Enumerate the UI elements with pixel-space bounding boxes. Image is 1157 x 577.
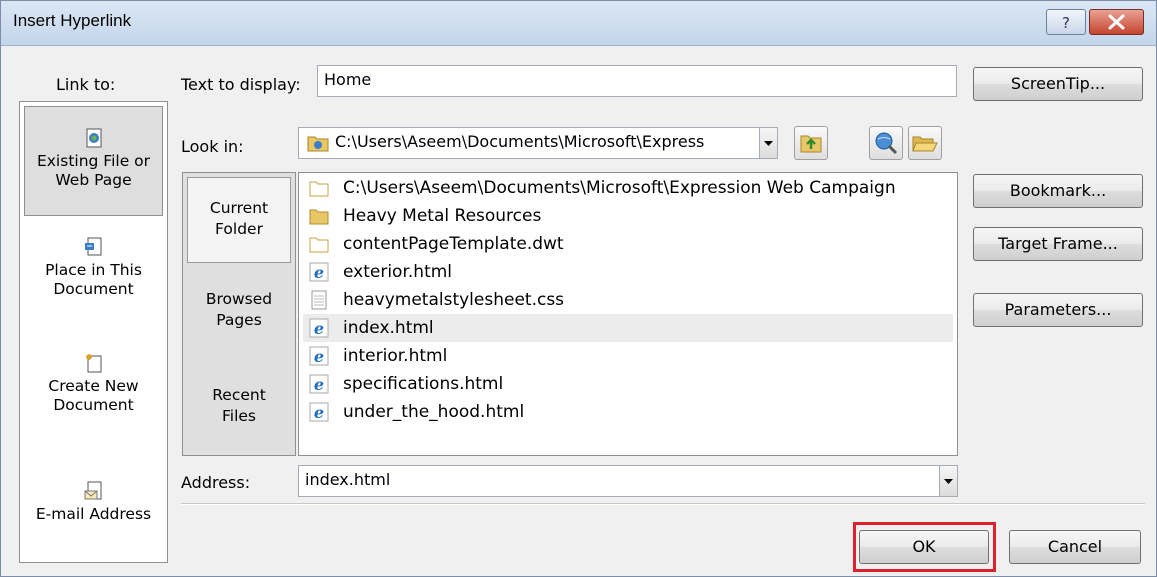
nav-recent-line1: Recent bbox=[212, 386, 266, 404]
link-place-line2: Document bbox=[53, 280, 134, 298]
insert-hyperlink-dialog: Insert Hyperlink ? Link to: Existing Fil… bbox=[0, 0, 1157, 577]
file-name: specifications.html bbox=[343, 374, 504, 394]
link-email-line1: E-mail Address bbox=[35, 505, 152, 523]
look-in-combobox[interactable]: C:\Users\Aseem\Documents\Microsoft\Expre… bbox=[298, 127, 778, 159]
address-label: Address: bbox=[181, 473, 251, 492]
link-to-label: Link to: bbox=[56, 75, 116, 94]
nav-browsed-pages[interactable]: Browsed Pages bbox=[187, 289, 291, 349]
nav-recent-files[interactable]: Recent Files bbox=[187, 385, 291, 445]
ie-html-icon: e bbox=[309, 402, 329, 422]
link-create-line1: Create New bbox=[48, 377, 139, 395]
close-button[interactable] bbox=[1089, 9, 1144, 35]
link-existing-file[interactable]: Existing File or Web Page bbox=[24, 106, 163, 216]
link-to-bar: Existing File or Web Page Place in This … bbox=[19, 101, 168, 563]
file-name: interior.html bbox=[343, 346, 448, 366]
file-item[interactable]: contentPageTemplate.dwt bbox=[303, 230, 953, 258]
file-item-selected[interactable]: e index.html bbox=[303, 314, 953, 342]
address-dropdown-arrow[interactable] bbox=[939, 466, 957, 496]
chevron-down-icon bbox=[764, 141, 773, 146]
link-email-address[interactable]: E-mail Address bbox=[24, 480, 163, 550]
folder-open-icon bbox=[309, 181, 329, 197]
file-item[interactable]: heavymetalstylesheet.css bbox=[303, 286, 953, 314]
look-in-value: C:\Users\Aseem\Documents\Microsoft\Expre… bbox=[335, 132, 705, 151]
help-button[interactable]: ? bbox=[1046, 9, 1086, 35]
look-in-label: Look in: bbox=[181, 137, 244, 156]
file-name: contentPageTemplate.dwt bbox=[343, 234, 564, 254]
svg-text:e: e bbox=[314, 263, 324, 282]
svg-text:e: e bbox=[314, 375, 324, 394]
file-list[interactable]: C:\Users\Aseem\Documents\Microsoft\Expre… bbox=[298, 172, 958, 456]
ie-html-icon: e bbox=[309, 374, 329, 394]
browse-web-button[interactable] bbox=[869, 126, 903, 160]
look-in-dropdown-arrow[interactable] bbox=[759, 128, 777, 158]
file-item[interactable]: e exterior.html bbox=[303, 258, 953, 286]
nav-current-folder[interactable]: Current Folder bbox=[187, 177, 291, 263]
address-value: index.html bbox=[305, 470, 391, 489]
svg-text:?: ? bbox=[1062, 14, 1070, 32]
up-folder-icon bbox=[800, 135, 822, 153]
file-item[interactable]: e interior.html bbox=[303, 342, 953, 370]
open-folder-icon bbox=[912, 136, 938, 152]
title-bar: Insert Hyperlink ? bbox=[1, 1, 1156, 46]
text-file-icon bbox=[311, 290, 327, 310]
nav-current-line1: Current bbox=[209, 199, 269, 217]
help-icon: ? bbox=[1062, 14, 1070, 32]
link-existing-file-line2: Web Page bbox=[55, 171, 132, 189]
footer-separator bbox=[181, 503, 1145, 505]
up-one-folder-button[interactable] bbox=[794, 126, 828, 160]
email-address-icon bbox=[84, 481, 101, 500]
close-icon bbox=[1108, 14, 1125, 30]
nav-browsed-line1: Browsed bbox=[205, 290, 273, 308]
browse-nav-panel: Current Folder Browsed Pages Recent File… bbox=[182, 172, 296, 456]
browse-web-icon bbox=[875, 132, 898, 155]
file-name: exterior.html bbox=[343, 262, 453, 282]
dialog-title: Insert Hyperlink bbox=[13, 11, 132, 30]
link-place-line1: Place in This bbox=[45, 261, 142, 279]
nav-current-line2: Folder bbox=[215, 220, 263, 238]
parameters-button[interactable]: Parameters... bbox=[973, 293, 1143, 327]
folder-globe-icon bbox=[307, 136, 329, 152]
text-to-display-label: Text to display: bbox=[181, 75, 301, 94]
text-to-display-input[interactable]: Home bbox=[317, 65, 957, 97]
svg-text:e: e bbox=[314, 403, 324, 422]
svg-text:e: e bbox=[314, 347, 324, 366]
file-item[interactable]: C:\Users\Aseem\Documents\Microsoft\Expre… bbox=[303, 174, 953, 202]
target-frame-button[interactable]: Target Frame... bbox=[973, 227, 1143, 261]
file-item[interactable]: Heavy Metal Resources bbox=[303, 202, 953, 230]
bookmark-button[interactable]: Bookmark... bbox=[973, 174, 1143, 208]
file-name: Heavy Metal Resources bbox=[343, 206, 542, 226]
ie-html-icon: e bbox=[309, 318, 329, 338]
file-name: index.html bbox=[343, 318, 434, 338]
chevron-down-icon bbox=[944, 479, 953, 484]
file-item[interactable]: e specifications.html bbox=[303, 370, 953, 398]
folder-open-icon bbox=[309, 237, 329, 253]
ie-html-icon: e bbox=[309, 346, 329, 366]
screentip-button[interactable]: ScreenTip... bbox=[973, 67, 1143, 101]
link-place-in-document[interactable]: Place in This Document bbox=[24, 236, 163, 326]
file-name: C:\Users\Aseem\Documents\Microsoft\Expre… bbox=[343, 178, 896, 198]
nav-recent-line2: Files bbox=[221, 407, 256, 425]
browse-file-button[interactable] bbox=[908, 126, 942, 160]
file-item[interactable]: e under_the_hood.html bbox=[303, 398, 953, 426]
file-name: under_the_hood.html bbox=[343, 402, 525, 422]
nav-browsed-line2: Pages bbox=[216, 311, 262, 329]
ok-button[interactable]: OK bbox=[859, 530, 989, 564]
link-create-new-document[interactable]: Create New Document bbox=[24, 352, 163, 442]
cancel-button[interactable]: Cancel bbox=[1009, 530, 1141, 564]
ie-html-icon: e bbox=[309, 262, 329, 282]
folder-icon bbox=[309, 209, 329, 225]
address-combobox[interactable]: index.html bbox=[298, 465, 958, 497]
existing-file-icon bbox=[86, 128, 101, 148]
file-name: heavymetalstylesheet.css bbox=[343, 290, 565, 310]
create-new-document-icon bbox=[85, 354, 101, 373]
link-existing-file-line1: Existing File or bbox=[36, 152, 151, 170]
place-in-document-icon bbox=[84, 237, 101, 256]
link-create-line2: Document bbox=[53, 396, 134, 414]
svg-text:e: e bbox=[314, 319, 324, 338]
